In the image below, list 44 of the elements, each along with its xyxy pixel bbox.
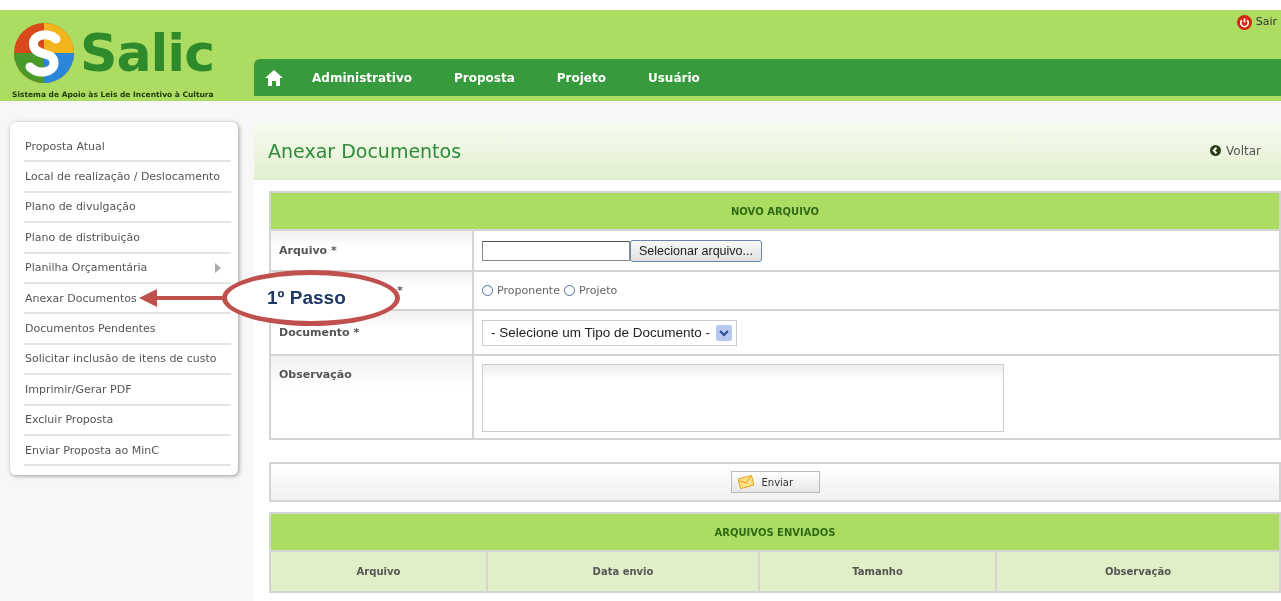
sidebar-item[interactable]: Anexar Documentos xyxy=(25,291,137,305)
select-file-button[interactable]: Selecionar arquivo... xyxy=(630,239,762,262)
radio-label: Projeto xyxy=(578,284,618,297)
back-link[interactable]: Voltar xyxy=(1210,143,1261,158)
sidebar-item[interactable]: Proposta Atual xyxy=(25,139,105,153)
sidebar-item[interactable]: Solicitar inclusão de itens de custo xyxy=(25,352,217,366)
column-header: Observação xyxy=(996,551,1280,592)
section-heading: NOVO ARQUIVO xyxy=(270,192,1280,230)
back-icon xyxy=(1210,145,1222,156)
observation-field[interactable] xyxy=(482,364,1004,432)
column-header: Data envio xyxy=(487,551,759,592)
logo-text: Salic xyxy=(80,27,214,79)
envelope-icon xyxy=(737,475,754,489)
field-label: * xyxy=(397,284,403,297)
sidebar-item[interactable]: Enviar Proposta ao MinC xyxy=(25,443,159,457)
sidebar-item[interactable]: Planilha Orçamentária xyxy=(25,261,148,275)
sidebar-item[interactable]: Imprimir/Gerar PDF xyxy=(25,382,132,396)
power-icon xyxy=(1236,15,1252,30)
radio-button[interactable] xyxy=(563,285,575,296)
column-header: Arquivo xyxy=(270,551,487,592)
radio-label: Proponente xyxy=(497,284,560,297)
send-button[interactable]: Enviar xyxy=(730,471,820,493)
field-label: Arquivo * xyxy=(279,244,337,257)
sidebar-item[interactable]: Local de realização / Deslocamento xyxy=(25,170,220,184)
logout-link[interactable]: Sair xyxy=(1236,10,1281,59)
sidebar-item[interactable]: Excluir Proposta xyxy=(25,413,114,427)
section-heading: ARQUIVOS ENVIADOS xyxy=(270,513,1280,551)
nav-item[interactable]: Proposta xyxy=(453,70,515,85)
radio-button[interactable] xyxy=(482,285,493,296)
nav-item[interactable]: Administrativo xyxy=(312,70,412,85)
column-header: Tamanho xyxy=(759,551,996,592)
field-label: Observação xyxy=(279,368,352,381)
logo-icon xyxy=(12,21,76,85)
dropdown-icon xyxy=(716,324,733,341)
nav-item[interactable]: Usuário xyxy=(647,70,700,85)
nav-item[interactable]: Projeto xyxy=(556,70,606,85)
field-label: Documento * xyxy=(279,326,360,339)
page-title: Anexar Documentos xyxy=(268,139,462,162)
document-type-dropdown[interactable]: - Selecione um Tipo de Documento - xyxy=(482,319,738,346)
sidebar-item[interactable]: Documentos Pendentes xyxy=(25,322,156,336)
sidebar-item[interactable]: Plano de divulgação xyxy=(25,200,136,214)
home-icon[interactable] xyxy=(264,68,284,87)
sidebar-item[interactable]: Plano de distribuição xyxy=(25,230,141,244)
file-field[interactable] xyxy=(482,240,630,261)
